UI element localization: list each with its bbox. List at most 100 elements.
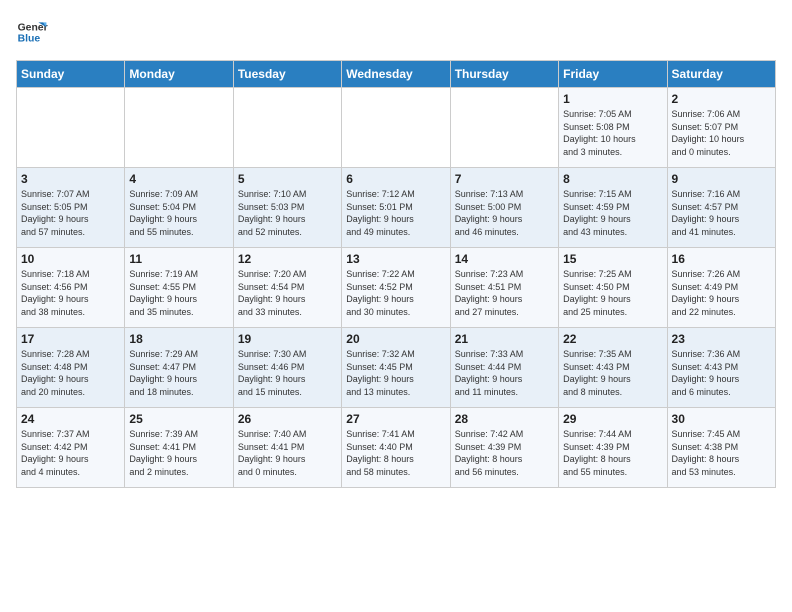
day-info: Sunrise: 7:44 AM Sunset: 4:39 PM Dayligh… [563, 428, 662, 478]
day-number: 20 [346, 332, 445, 346]
calendar-day-cell: 3 Sunrise: 7:07 AM Sunset: 5:05 PM Daylig… [17, 168, 125, 248]
calendar-day-cell: 16 Sunrise: 7:26 AM Sunset: 4:49 PM Dayli… [667, 248, 775, 328]
calendar-day-cell [233, 88, 341, 168]
column-header-wednesday: Wednesday [342, 61, 450, 88]
day-number: 14 [455, 252, 554, 266]
calendar-day-cell [342, 88, 450, 168]
calendar-day-cell: 29 Sunrise: 7:44 AM Sunset: 4:39 PM Dayli… [559, 408, 667, 488]
calendar-day-cell: 14 Sunrise: 7:23 AM Sunset: 4:51 PM Dayli… [450, 248, 558, 328]
day-info: Sunrise: 7:18 AM Sunset: 4:56 PM Dayligh… [21, 268, 120, 318]
calendar-day-cell: 22Sunrise: 7:35 AM Sunset: 4:43 PM Dayli… [559, 328, 667, 408]
calendar-day-cell: 2Sunrise: 7:06 AM Sunset: 5:07 PM Daylig… [667, 88, 775, 168]
calendar-day-cell: 28 Sunrise: 7:42 AM Sunset: 4:39 PM Dayli… [450, 408, 558, 488]
day-info: Sunrise: 7:20 AM Sunset: 4:54 PM Dayligh… [238, 268, 337, 318]
day-info: Sunrise: 7:10 AM Sunset: 5:03 PM Dayligh… [238, 188, 337, 238]
calendar-day-cell [450, 88, 558, 168]
logo: General Blue [16, 16, 48, 48]
day-number: 12 [238, 252, 337, 266]
day-info: Sunrise: 7:42 AM Sunset: 4:39 PM Dayligh… [455, 428, 554, 478]
calendar-day-cell: 12 Sunrise: 7:20 AM Sunset: 4:54 PM Dayli… [233, 248, 341, 328]
column-header-thursday: Thursday [450, 61, 558, 88]
calendar-day-cell: 15Sunrise: 7:25 AM Sunset: 4:50 PM Dayli… [559, 248, 667, 328]
day-info: Sunrise: 7:32 AM Sunset: 4:45 PM Dayligh… [346, 348, 445, 398]
calendar-day-cell: 24 Sunrise: 7:37 AM Sunset: 4:42 PM Dayli… [17, 408, 125, 488]
day-info: Sunrise: 7:36 AM Sunset: 4:43 PM Dayligh… [672, 348, 771, 398]
column-header-saturday: Saturday [667, 61, 775, 88]
header: General Blue [16, 16, 776, 48]
day-number: 27 [346, 412, 445, 426]
column-header-monday: Monday [125, 61, 233, 88]
day-number: 28 [455, 412, 554, 426]
day-number: 24 [21, 412, 120, 426]
svg-text:Blue: Blue [18, 34, 41, 45]
day-number: 17 [21, 332, 120, 346]
calendar-day-cell: 17 Sunrise: 7:28 AM Sunset: 4:48 PM Dayli… [17, 328, 125, 408]
day-number: 25 [129, 412, 228, 426]
day-number: 4 [129, 172, 228, 186]
day-number: 11 [129, 252, 228, 266]
day-info: Sunrise: 7:28 AM Sunset: 4:48 PM Dayligh… [21, 348, 120, 398]
day-number: 18 [129, 332, 228, 346]
day-info: Sunrise: 7:07 AM Sunset: 5:05 PM Dayligh… [21, 188, 120, 238]
day-number: 2 [672, 92, 771, 106]
day-number: 19 [238, 332, 337, 346]
day-number: 21 [455, 332, 554, 346]
day-info: Sunrise: 7:45 AM Sunset: 4:38 PM Dayligh… [672, 428, 771, 478]
day-info: Sunrise: 7:40 AM Sunset: 4:41 PM Dayligh… [238, 428, 337, 478]
calendar-day-cell: 13Sunrise: 7:22 AM Sunset: 4:52 PM Dayli… [342, 248, 450, 328]
calendar-day-cell [125, 88, 233, 168]
calendar-day-cell: 20 Sunrise: 7:32 AM Sunset: 4:45 PM Dayli… [342, 328, 450, 408]
calendar-day-cell: 23 Sunrise: 7:36 AM Sunset: 4:43 PM Dayli… [667, 328, 775, 408]
day-info: Sunrise: 7:19 AM Sunset: 4:55 PM Dayligh… [129, 268, 228, 318]
calendar-week-row: 17 Sunrise: 7:28 AM Sunset: 4:48 PM Dayli… [17, 328, 776, 408]
day-number: 13 [346, 252, 445, 266]
day-info: Sunrise: 7:39 AM Sunset: 4:41 PM Dayligh… [129, 428, 228, 478]
day-number: 1 [563, 92, 662, 106]
day-info: Sunrise: 7:13 AM Sunset: 5:00 PM Dayligh… [455, 188, 554, 238]
calendar-day-cell: 11 Sunrise: 7:19 AM Sunset: 4:55 PM Dayli… [125, 248, 233, 328]
day-info: Sunrise: 7:23 AM Sunset: 4:51 PM Dayligh… [455, 268, 554, 318]
day-number: 26 [238, 412, 337, 426]
day-info: Sunrise: 7:09 AM Sunset: 5:04 PM Dayligh… [129, 188, 228, 238]
day-number: 5 [238, 172, 337, 186]
calendar-day-cell [17, 88, 125, 168]
calendar-week-row: 24 Sunrise: 7:37 AM Sunset: 4:42 PM Dayli… [17, 408, 776, 488]
column-header-sunday: Sunday [17, 61, 125, 88]
calendar-day-cell: 6 Sunrise: 7:12 AM Sunset: 5:01 PM Daylig… [342, 168, 450, 248]
calendar-day-cell: 9 Sunrise: 7:16 AM Sunset: 4:57 PM Daylig… [667, 168, 775, 248]
calendar-day-cell: 26 Sunrise: 7:40 AM Sunset: 4:41 PM Dayli… [233, 408, 341, 488]
day-info: Sunrise: 7:12 AM Sunset: 5:01 PM Dayligh… [346, 188, 445, 238]
day-number: 23 [672, 332, 771, 346]
day-number: 7 [455, 172, 554, 186]
calendar-day-cell: 7 Sunrise: 7:13 AM Sunset: 5:00 PM Daylig… [450, 168, 558, 248]
calendar-day-cell: 18Sunrise: 7:29 AM Sunset: 4:47 PM Dayli… [125, 328, 233, 408]
day-info: Sunrise: 7:35 AM Sunset: 4:43 PM Dayligh… [563, 348, 662, 398]
day-number: 6 [346, 172, 445, 186]
calendar-day-cell: 8Sunrise: 7:15 AM Sunset: 4:59 PM Daylig… [559, 168, 667, 248]
day-number: 10 [21, 252, 120, 266]
column-header-friday: Friday [559, 61, 667, 88]
calendar-header-row: SundayMondayTuesdayWednesdayThursdayFrid… [17, 61, 776, 88]
calendar-day-cell: 1 Sunrise: 7:05 AM Sunset: 5:08 PM Daylig… [559, 88, 667, 168]
day-info: Sunrise: 7:16 AM Sunset: 4:57 PM Dayligh… [672, 188, 771, 238]
day-info: Sunrise: 7:37 AM Sunset: 4:42 PM Dayligh… [21, 428, 120, 478]
day-number: 30 [672, 412, 771, 426]
day-number: 3 [21, 172, 120, 186]
calendar-day-cell: 30 Sunrise: 7:45 AM Sunset: 4:38 PM Dayli… [667, 408, 775, 488]
calendar-day-cell: 4 Sunrise: 7:09 AM Sunset: 5:04 PM Daylig… [125, 168, 233, 248]
day-number: 9 [672, 172, 771, 186]
calendar-day-cell: 5 Sunrise: 7:10 AM Sunset: 5:03 PM Daylig… [233, 168, 341, 248]
calendar-week-row: 3 Sunrise: 7:07 AM Sunset: 5:05 PM Daylig… [17, 168, 776, 248]
day-info: Sunrise: 7:30 AM Sunset: 4:46 PM Dayligh… [238, 348, 337, 398]
calendar-day-cell: 10 Sunrise: 7:18 AM Sunset: 4:56 PM Dayli… [17, 248, 125, 328]
calendar-day-cell: 25 Sunrise: 7:39 AM Sunset: 4:41 PM Dayli… [125, 408, 233, 488]
calendar-day-cell: 21Sunrise: 7:33 AM Sunset: 4:44 PM Dayli… [450, 328, 558, 408]
day-number: 16 [672, 252, 771, 266]
day-number: 15 [563, 252, 662, 266]
day-number: 8 [563, 172, 662, 186]
day-info: Sunrise: 7:41 AM Sunset: 4:40 PM Dayligh… [346, 428, 445, 478]
day-info: Sunrise: 7:05 AM Sunset: 5:08 PM Dayligh… [563, 108, 662, 158]
day-info: Sunrise: 7:26 AM Sunset: 4:49 PM Dayligh… [672, 268, 771, 318]
calendar-week-row: 1 Sunrise: 7:05 AM Sunset: 5:08 PM Daylig… [17, 88, 776, 168]
day-number: 29 [563, 412, 662, 426]
